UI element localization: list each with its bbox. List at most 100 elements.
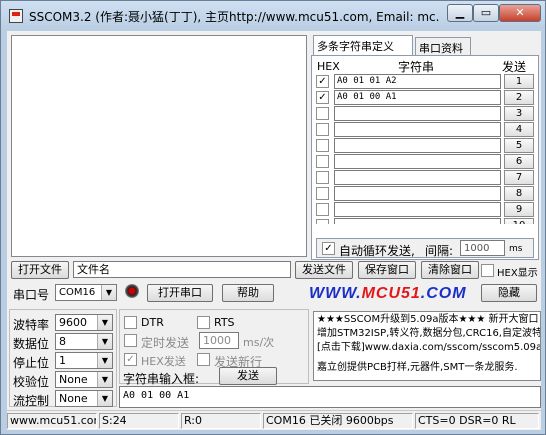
stop-bits-label: 停止位 (13, 356, 50, 370)
row-hex-checkbox[interactable] (316, 75, 329, 88)
chevron-down-icon[interactable]: ▼ (97, 315, 112, 330)
row-send-button[interactable]: 3 (504, 106, 534, 121)
row-hex-checkbox[interactable] (316, 171, 329, 184)
news-panel[interactable]: ★★★SSCOM升级到5.09a版本★★★ 新开大窗口 增加STM32ISP,转… (313, 311, 541, 381)
chevron-down-icon[interactable]: ▼ (97, 372, 112, 387)
row-hex-checkbox[interactable] (316, 219, 329, 224)
baud-label: 波特率 (13, 318, 50, 332)
row-hex-checkbox[interactable] (316, 123, 329, 136)
data-bits-select[interactable]: 8 ▼ (55, 333, 113, 350)
parity-label: 校验位 (13, 375, 50, 389)
row-send-button[interactable]: 5 (504, 138, 534, 153)
row-send-button[interactable]: 10 (504, 218, 534, 224)
baud-select[interactable]: 9600 ▼ (55, 314, 113, 331)
timed-interval-input[interactable]: 1000 (199, 332, 239, 349)
row-string-field[interactable] (334, 122, 501, 137)
string-row: 8 (316, 186, 536, 202)
logo-text-pre: WWW. (309, 285, 362, 302)
row-hex-checkbox[interactable] (316, 155, 329, 168)
timed-send-checkbox[interactable] (124, 334, 137, 347)
minimize-button[interactable]: ▁ (447, 4, 473, 22)
row-send-button[interactable]: 6 (504, 154, 534, 169)
logo-text-mcu51: MCU51 (361, 285, 421, 302)
row-send-button[interactable]: 9 (504, 202, 534, 217)
send-file-button[interactable]: 发送文件 (295, 261, 353, 279)
row-send-button[interactable]: 1 (504, 74, 534, 89)
news-line: 嘉立创提供PCB打样,元器件,SMT一条龙服务. (317, 362, 518, 373)
port-select[interactable]: COM16 ▼ (55, 284, 117, 301)
string-row: 5 (316, 138, 536, 154)
row-send-button[interactable]: 7 (504, 170, 534, 185)
stop-bits-select[interactable]: 1 ▼ (55, 352, 113, 369)
data-bits-label: 数据位 (13, 337, 50, 351)
tab-multi-string[interactable]: 多条字符串定义 (313, 35, 413, 56)
title-bar[interactable]: SSCOM3.2 (作者:聂小猛(丁丁), 主页http://www.mcu51… (1, 1, 545, 31)
string-column-header: 字符串 (398, 60, 435, 74)
rts-checkbox[interactable] (197, 316, 210, 329)
status-port-state: COM16 已关闭 9600bps (263, 413, 413, 429)
auto-loop-checkbox[interactable] (322, 242, 335, 255)
timed-unit-label: ms/次 (243, 336, 275, 349)
hex-display-checkbox[interactable] (481, 264, 494, 277)
help-button[interactable]: 帮助 (222, 284, 274, 302)
data-bits-select-value: 8 (59, 335, 66, 348)
chevron-down-icon[interactable]: ▼ (97, 334, 112, 349)
mcu51-logo[interactable]: WWW.MCU51.COM (309, 285, 467, 303)
row-string-field[interactable] (334, 218, 501, 224)
string-input-label: 字符串输入框: (123, 372, 200, 386)
string-row: A0 01 01 A21 (316, 74, 536, 90)
clear-window-button[interactable]: 清除窗口 (421, 261, 479, 279)
hex-column-header: HEX (317, 60, 340, 73)
receive-textarea[interactable] (11, 35, 307, 257)
chevron-down-icon[interactable]: ▼ (97, 353, 112, 368)
row-send-button[interactable]: 4 (504, 122, 534, 137)
string-row: 9 (316, 202, 536, 218)
hide-button[interactable]: 隐藏 (481, 284, 537, 302)
row-hex-checkbox[interactable] (316, 203, 329, 216)
send-button[interactable]: 发送 (219, 367, 277, 385)
interval-input[interactable]: 1000 (460, 240, 505, 256)
row-send-button[interactable]: 2 (504, 90, 534, 105)
string-row: 10 (316, 218, 536, 224)
flow-control-select-value: None (59, 392, 88, 405)
row-string-field[interactable] (334, 202, 501, 217)
interval-label: 间隔: (425, 244, 454, 258)
row-string-field[interactable] (334, 106, 501, 121)
hex-send-checkbox[interactable] (124, 353, 137, 366)
chevron-down-icon[interactable]: ▼ (97, 391, 112, 406)
close-button[interactable]: ✕ (499, 4, 541, 22)
row-string-field[interactable] (334, 170, 501, 185)
flow-control-select[interactable]: None ▼ (55, 390, 113, 407)
parity-select-value: None (59, 373, 88, 386)
row-hex-checkbox[interactable] (316, 107, 329, 120)
tab-port-info[interactable]: 串口资料 (415, 37, 471, 56)
chevron-down-icon[interactable]: ▼ (101, 285, 116, 300)
row-string-field[interactable]: A0 01 01 A2 (334, 74, 501, 89)
row-string-field[interactable] (334, 186, 501, 201)
auto-loop-bar: 自动循环发送, 间隔: 1000 ms (316, 238, 534, 258)
row-hex-checkbox[interactable] (316, 139, 329, 152)
row-send-button[interactable]: 8 (504, 186, 534, 201)
multi-string-panel: HEX 字符串 发送 A0 01 01 A21A0 01 00 A1234567… (311, 55, 539, 260)
parity-select[interactable]: None ▼ (55, 371, 113, 388)
row-string-field[interactable] (334, 154, 501, 169)
status-site[interactable]: www.mcu51.cor (7, 413, 97, 429)
row-string-field[interactable]: A0 01 00 A1 (334, 90, 501, 105)
send-newline-checkbox[interactable] (197, 353, 210, 366)
row-hex-checkbox[interactable] (316, 91, 329, 104)
maximize-button[interactable]: ▭ (473, 4, 499, 22)
send-string-input[interactable]: A0 01 00 A1 (119, 386, 541, 408)
dtr-checkbox[interactable] (124, 316, 137, 329)
status-bar: www.mcu51.cor S:24 R:0 COM16 已关闭 9600bps… (7, 410, 541, 430)
baud-select-value: 9600 (59, 316, 87, 329)
open-port-button[interactable]: 打开串口 (147, 284, 213, 302)
open-file-button[interactable]: 打开文件 (11, 261, 69, 279)
news-line[interactable]: [点击下载]www.daxia.com/sscom/sscom5.09a.ra (317, 341, 540, 355)
interval-unit: ms (509, 244, 523, 254)
save-window-button[interactable]: 保存窗口 (358, 261, 416, 279)
row-hex-checkbox[interactable] (316, 187, 329, 200)
row-string-field[interactable] (334, 138, 501, 153)
auto-loop-label: 自动循环发送, (339, 244, 415, 258)
string-row: A0 01 00 A12 (316, 90, 536, 106)
file-name-field[interactable]: 文件名 (73, 261, 291, 278)
